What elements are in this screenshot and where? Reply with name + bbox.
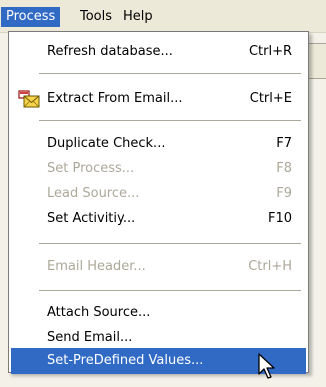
menu-item-label: Refresh database... [47, 44, 173, 59]
menu-tools[interactable]: Tools [75, 7, 117, 27]
menu-item-lead-source: Lead Source... F9 [9, 181, 308, 207]
menu-separator [39, 243, 301, 244]
menu-item-label: Set Process... [47, 161, 135, 176]
menu-item-label: Set Activitiy... [47, 211, 136, 226]
mouse-cursor-icon [258, 353, 275, 379]
email-icon [18, 90, 40, 108]
menu-item-label: Lead Source... [47, 186, 140, 201]
process-menu-dropdown: Refresh database... Ctrl+R Extract From … [8, 31, 309, 374]
menu-item-label: Send Email... [47, 330, 133, 345]
menu-item-refresh-database[interactable]: Refresh database... Ctrl+R [9, 39, 308, 65]
menu-item-label: Attach Source... [47, 305, 151, 320]
menu-item-label: Set-PreDefined Values... [47, 353, 204, 368]
menu-separator [39, 290, 301, 291]
menu-item-label: Email Header... [47, 259, 146, 274]
menu-item-shortcut: F9 [276, 186, 292, 201]
menu-separator [39, 73, 301, 74]
toolbar-edge [306, 43, 326, 79]
menu-item-shortcut: F10 [267, 211, 292, 226]
menu-item-duplicate-check[interactable]: Duplicate Check... F7 [9, 131, 308, 157]
menu-item-shortcut: F7 [276, 136, 292, 151]
menu-item-shortcut: Ctrl+E [249, 91, 292, 106]
menu-item-shortcut: Ctrl+H [248, 259, 292, 274]
menu-item-set-process: Set Process... F8 [9, 156, 308, 182]
menu-help[interactable]: Help [118, 7, 158, 27]
menu-item-shortcut: Ctrl+R [248, 44, 292, 59]
menu-item-shortcut: F8 [276, 161, 292, 176]
menu-process[interactable]: Process [1, 7, 61, 27]
menu-item-email-header: Email Header... Ctrl+H [9, 254, 308, 280]
menu-separator [39, 120, 301, 121]
menu-item-attach-source[interactable]: Attach Source... [9, 300, 308, 326]
menu-item-label: Duplicate Check... [47, 136, 166, 151]
menu-item-set-activity[interactable]: Set Activitiy... F10 [9, 206, 308, 232]
menu-bar: Process Tools Help [0, 0, 326, 33]
menu-item-label: Extract From Email... [47, 91, 183, 106]
menu-item-extract-from-email[interactable]: Extract From Email... Ctrl+E [9, 86, 308, 112]
